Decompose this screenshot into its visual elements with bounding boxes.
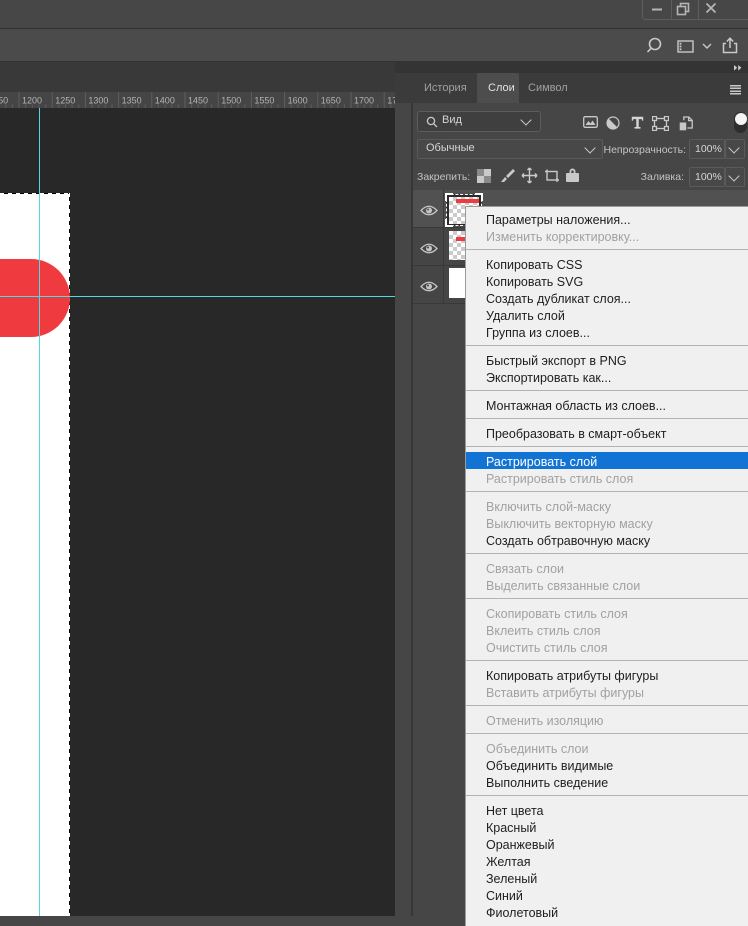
svg-text:1350: 1350 <box>122 96 142 106</box>
svg-text:1200: 1200 <box>22 96 42 106</box>
svg-text:1700: 1700 <box>354 96 374 106</box>
svg-text:1400: 1400 <box>155 96 175 106</box>
svg-text:1550: 1550 <box>254 96 274 106</box>
svg-text:1250: 1250 <box>55 96 75 106</box>
svg-text:1600: 1600 <box>288 96 308 106</box>
svg-text:1450: 1450 <box>188 96 208 106</box>
svg-text:1300: 1300 <box>88 96 108 106</box>
svg-text:1650: 1650 <box>321 96 341 106</box>
svg-text:1150: 1150 <box>0 96 8 106</box>
svg-text:1500: 1500 <box>221 96 241 106</box>
svg-text:1750: 1750 <box>387 96 395 106</box>
